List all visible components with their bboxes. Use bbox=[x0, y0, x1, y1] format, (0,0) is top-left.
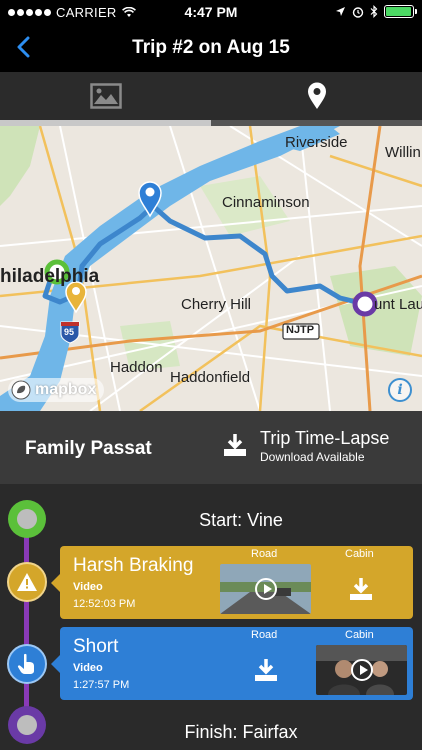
road-download-icon[interactable] bbox=[253, 657, 279, 683]
mapbox-icon bbox=[11, 380, 31, 400]
road-label: Road bbox=[251, 548, 278, 560]
cabin-video-thumbnail[interactable] bbox=[316, 645, 407, 695]
event-type: Video bbox=[73, 581, 103, 593]
timeline-line bbox=[24, 519, 29, 734]
status-icons bbox=[335, 5, 417, 18]
map-info-button[interactable]: i bbox=[388, 378, 412, 402]
map-label-mount-laurel: unt Lau bbox=[374, 296, 422, 313]
map-pin-icon bbox=[307, 82, 326, 109]
map-label-philadelphia: hiladelphia bbox=[0, 266, 100, 287]
vehicle-bar: Family Passat Trip Time-Lapse Download A… bbox=[0, 411, 422, 484]
warning-icon bbox=[7, 562, 47, 602]
status-bar: CARRIER 4:47 PM bbox=[0, 0, 422, 24]
map-label-cherry-hill: Cherry Hill bbox=[181, 296, 252, 313]
event-time: 1:27:57 PM bbox=[73, 679, 130, 691]
bluetooth-icon bbox=[370, 5, 378, 18]
map-label-haddon: Haddon bbox=[110, 359, 163, 376]
trip-map[interactable]: Riverside Willin Cinnaminson hiladelphia… bbox=[0, 126, 422, 411]
map-label-njtp: NJTP bbox=[286, 324, 315, 336]
timelapse-title: Trip Time-Lapse bbox=[260, 428, 390, 448]
mapbox-logo[interactable]: mapbox bbox=[8, 378, 105, 402]
map-label-willingboro: Willin bbox=[385, 144, 421, 161]
map-label-haddonfield: Haddonfield bbox=[170, 369, 251, 386]
download-icon bbox=[224, 434, 246, 456]
cabin-label: Cabin bbox=[345, 548, 374, 560]
map-label-cinnaminson: Cinnaminson bbox=[222, 194, 310, 211]
battery-icon bbox=[384, 5, 417, 18]
battery-level bbox=[386, 7, 411, 16]
vehicle-name: Family Passat bbox=[25, 438, 152, 459]
image-icon bbox=[89, 83, 122, 109]
road-label: Road bbox=[251, 629, 278, 641]
tap-hand-icon bbox=[7, 644, 47, 684]
cabin-label: Cabin bbox=[345, 629, 374, 641]
map-label-i95: 95 bbox=[64, 327, 75, 337]
event-type: Video bbox=[73, 662, 103, 674]
play-icon bbox=[254, 578, 277, 600]
event-title: Harsh Braking bbox=[73, 555, 194, 576]
event-card-short[interactable]: Short Video 1:27:57 PM Road Cabin bbox=[51, 627, 413, 700]
cabin-download-icon[interactable] bbox=[348, 576, 374, 602]
finish-node-icon bbox=[8, 706, 46, 744]
start-node-icon bbox=[8, 500, 46, 538]
location-arrow-icon bbox=[336, 7, 345, 16]
timelapse-subtitle: Download Available bbox=[260, 450, 365, 464]
event-card-harsh-braking[interactable]: Harsh Braking Video 12:52:03 PM Road Cab… bbox=[51, 546, 413, 619]
alarm-icon bbox=[352, 6, 364, 18]
event-time: 12:52:03 PM bbox=[73, 598, 136, 610]
play-icon bbox=[350, 659, 373, 681]
timelapse-download-button[interactable]: Trip Time-Lapse Download Available bbox=[222, 428, 389, 464]
navigation-bar: Trip #2 on Aug 15 bbox=[0, 24, 422, 72]
finish-marker[interactable] bbox=[352, 291, 378, 317]
map-label-riverside: Riverside bbox=[285, 134, 348, 151]
tab-photos[interactable] bbox=[0, 72, 211, 120]
view-tabs bbox=[0, 72, 422, 120]
start-location: Start: Vine bbox=[199, 510, 283, 530]
event-title: Short bbox=[73, 636, 119, 657]
trip-timeline: Start: Vine Harsh Braking Video 12:52:03… bbox=[0, 484, 422, 750]
road-video-thumbnail[interactable] bbox=[220, 564, 311, 614]
tab-map[interactable] bbox=[211, 72, 422, 120]
page-title: Trip #2 on Aug 15 bbox=[132, 37, 290, 58]
finish-location: Finish: Fairfax bbox=[184, 722, 298, 742]
mapbox-attribution: mapbox bbox=[35, 381, 97, 398]
